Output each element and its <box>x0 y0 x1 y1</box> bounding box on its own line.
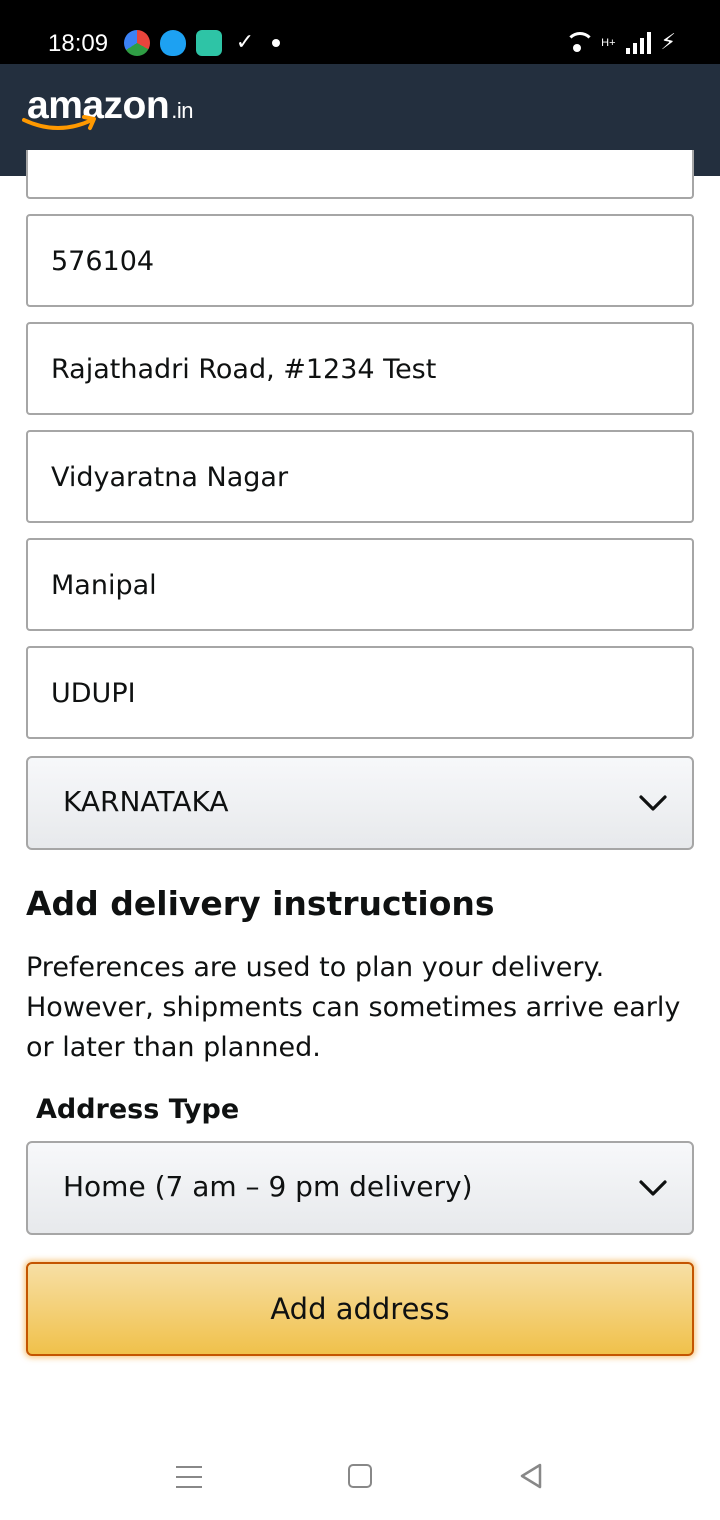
status-time: 18:09 <box>48 30 109 57</box>
street-field[interactable]: Rajathadri Road, #1234 Test <box>26 322 694 415</box>
browser-icon <box>124 30 150 56</box>
network-type-label: H+ <box>601 36 616 49</box>
back-icon[interactable] <box>518 1462 546 1490</box>
message-icon <box>196 30 222 56</box>
recent-apps-icon[interactable] <box>176 1466 202 1488</box>
charging-icon: ⚡ <box>660 30 676 55</box>
area-field[interactable]: Vidyaratna Nagar <box>26 430 694 523</box>
signal-icon <box>625 31 651 54</box>
smile-arrow-icon <box>22 115 96 130</box>
chevron-down-icon <box>639 1180 667 1196</box>
notification-icons: ✓ <box>124 30 280 56</box>
area-value: Vidyaratna Nagar <box>51 462 289 493</box>
check-icon: ✓ <box>235 30 255 55</box>
logo-suffix: .in <box>171 98 193 123</box>
address-field-partial[interactable] <box>26 150 694 199</box>
street-value: Rajathadri Road, #1234 Test <box>51 354 437 385</box>
address-type-label: Address Type <box>36 1094 240 1125</box>
status-bar: 18:09 ✓ H+ ⚡ <box>0 0 720 64</box>
home-icon[interactable] <box>348 1464 372 1488</box>
wifi-icon <box>563 31 596 54</box>
shield-icon <box>160 30 186 56</box>
add-address-button[interactable]: Add address <box>26 1262 694 1356</box>
system-icons: H+ ⚡ <box>563 30 676 55</box>
chevron-down-icon <box>639 795 667 811</box>
delivery-description: Preferences are used to plan your delive… <box>26 952 681 1063</box>
city-field[interactable]: UDUPI <box>26 646 694 739</box>
landmark-field[interactable]: Manipal <box>26 538 694 631</box>
delivery-instructions-title: Add delivery instructions <box>26 884 495 923</box>
landmark-value: Manipal <box>51 570 157 601</box>
state-select[interactable]: KARNATAKA <box>26 756 694 850</box>
pincode-field[interactable]: 576104 <box>26 214 694 307</box>
city-value: UDUPI <box>51 678 136 709</box>
state-value: KARNATAKA <box>63 785 229 818</box>
address-type-select[interactable]: Home (7 am – 9 pm delivery) <box>26 1141 694 1235</box>
dot-icon <box>272 39 280 47</box>
system-navigation-bar <box>0 1430 720 1520</box>
address-type-value: Home (7 am – 9 pm delivery) <box>63 1170 473 1203</box>
pincode-value: 576104 <box>51 246 155 277</box>
